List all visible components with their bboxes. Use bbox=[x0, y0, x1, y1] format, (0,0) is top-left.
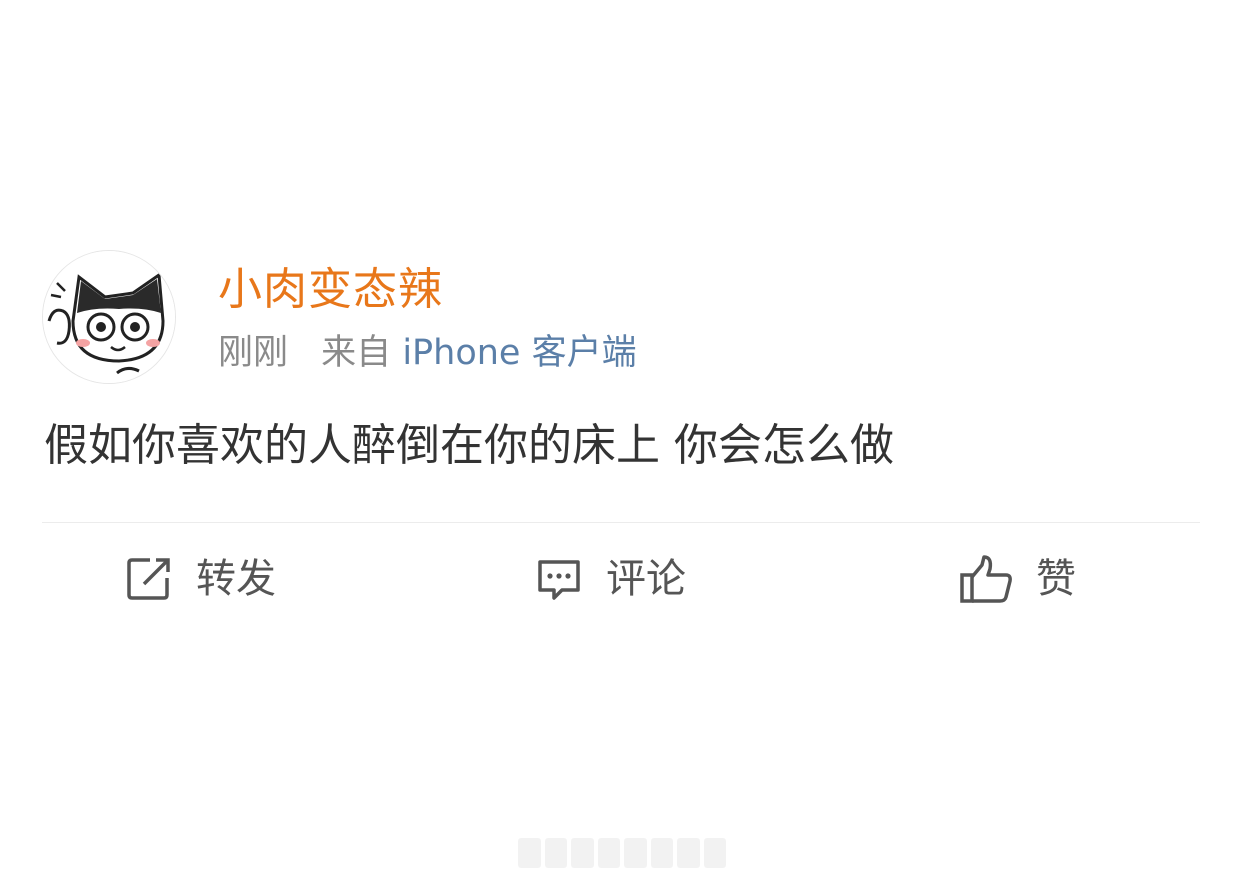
post-time: 刚刚 bbox=[218, 333, 289, 373]
cat-avatar-icon bbox=[43, 251, 175, 383]
post-subline: 刚刚 来自 iPhone 客户端 bbox=[218, 332, 637, 374]
source-prefix: 来自 bbox=[321, 333, 392, 373]
share-icon bbox=[127, 558, 170, 600]
avatar[interactable] bbox=[42, 250, 176, 384]
repost-button[interactable]: 转发 bbox=[124, 548, 276, 610]
watermark bbox=[518, 838, 726, 868]
comment-icon bbox=[538, 560, 580, 600]
like-button[interactable]: 赞 bbox=[958, 548, 1076, 610]
post-header: 小肉变态辣 刚刚 来自 iPhone 客户端 bbox=[42, 250, 637, 384]
action-bar: 转发 评论 赞 bbox=[0, 548, 1242, 610]
thumbs-up-icon bbox=[960, 555, 1012, 603]
repost-label: 转发 bbox=[196, 556, 276, 602]
divider bbox=[42, 522, 1200, 523]
like-label: 赞 bbox=[1036, 556, 1076, 602]
weibo-post-screen: 小肉变态辣 刚刚 来自 iPhone 客户端 假如你喜欢的人醉倒在你的床上 你会… bbox=[0, 0, 1242, 879]
comment-label: 评论 bbox=[606, 556, 686, 602]
post-meta: 小肉变态辣 刚刚 来自 iPhone 客户端 bbox=[218, 264, 637, 374]
source-client-link[interactable]: iPhone 客户端 bbox=[402, 333, 636, 373]
comment-button[interactable]: 评论 bbox=[534, 548, 686, 610]
username[interactable]: 小肉变态辣 bbox=[218, 264, 637, 316]
post-text: 假如你喜欢的人醉倒在你的床上 你会怎么做 bbox=[44, 420, 894, 471]
